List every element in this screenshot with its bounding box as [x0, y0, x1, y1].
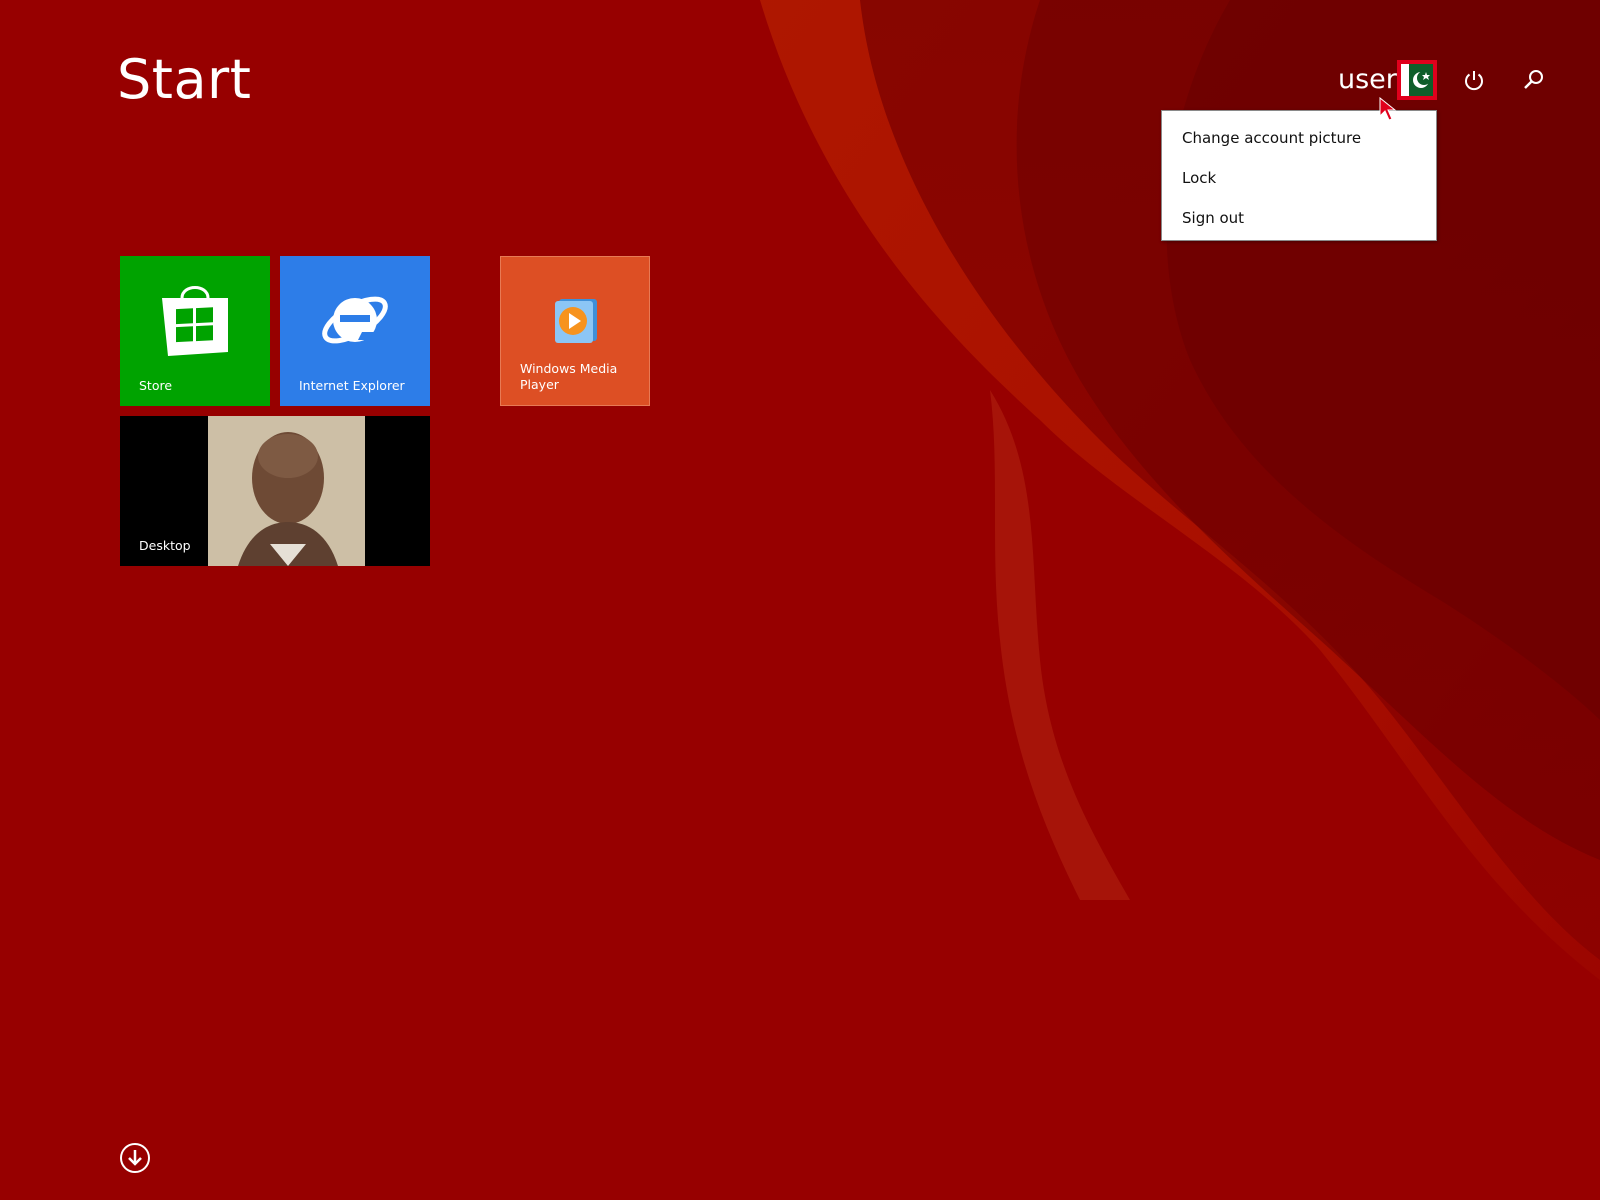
power-icon	[1465, 71, 1483, 91]
media-player-icon	[555, 299, 597, 343]
account-menu: Change account picture Lock Sign out	[1161, 110, 1437, 241]
tile-desktop[interactable]: Desktop	[120, 416, 430, 566]
account-name[interactable]: user	[1338, 64, 1397, 95]
menu-item-lock[interactable]: Lock	[1162, 158, 1436, 198]
tile-store-label: Store	[139, 378, 173, 393]
arrow-down-circle-icon	[120, 1143, 150, 1173]
search-button[interactable]	[1522, 68, 1546, 92]
mouse-cursor-icon	[1379, 97, 1397, 121]
tile-desktop-label: Desktop	[139, 538, 191, 553]
page-title: Start	[117, 48, 252, 111]
tile-windows-media-player-label: Windows Media Player	[520, 361, 618, 392]
tile-internet-explorer[interactable]: Internet Explorer	[280, 256, 430, 406]
tile-windows-media-player[interactable]: Windows Media Player	[500, 256, 650, 406]
search-icon	[1524, 70, 1543, 89]
menu-item-sign-out[interactable]: Sign out	[1162, 198, 1436, 238]
power-button[interactable]	[1462, 68, 1486, 92]
tile-store[interactable]: Store	[120, 256, 270, 406]
account-avatar[interactable]	[1397, 60, 1437, 100]
store-bag-icon	[162, 286, 228, 356]
menu-item-change-account-picture[interactable]: Change account picture	[1162, 118, 1436, 158]
avatar-picture	[1401, 64, 1433, 96]
internet-explorer-icon	[322, 296, 388, 344]
tile-internet-explorer-label: Internet Explorer	[299, 378, 405, 393]
all-apps-button[interactable]	[119, 1142, 151, 1174]
